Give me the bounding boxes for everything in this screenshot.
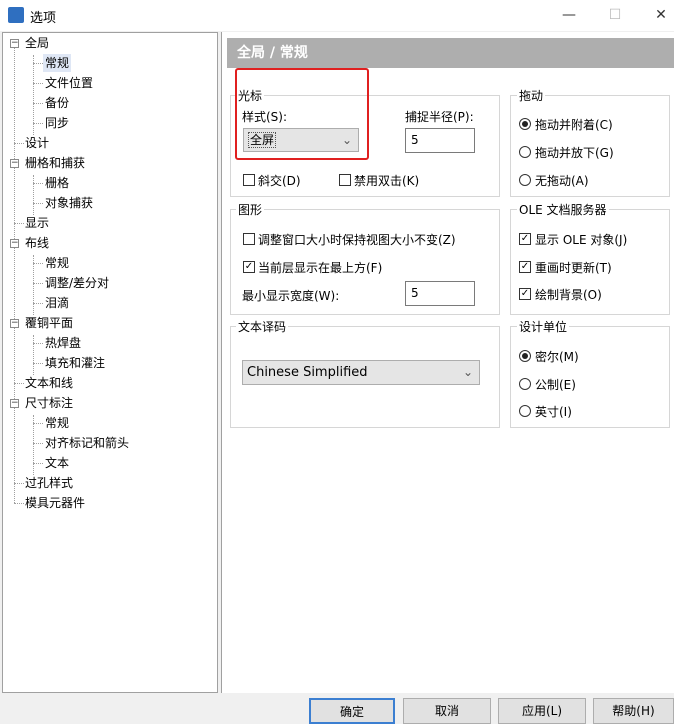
collapse-icon[interactable]: −: [10, 239, 19, 248]
help-button[interactable]: 帮助(H): [593, 698, 674, 724]
tree-item-sync[interactable]: 同步: [45, 114, 69, 132]
tree-item-grids[interactable]: 栅格: [45, 174, 69, 192]
units-mils-radio[interactable]: [519, 350, 531, 362]
tree-item-thermals[interactable]: 热焊盘: [45, 334, 81, 352]
no-drag-label: 无拖动(A): [535, 174, 589, 188]
drag-attach-label: 拖动并附着(C): [535, 118, 613, 132]
chevron-down-icon: ⌄: [462, 365, 473, 379]
tree-item-object-snap[interactable]: 对象捕获: [45, 194, 93, 212]
drag-group-title: 拖动: [517, 87, 546, 104]
tree-item-grids-snap[interactable]: 栅格和捕获: [25, 154, 85, 172]
title-bar: 选项 — ☐ ✕: [0, 0, 674, 31]
active-layer-top-label: 当前层显示在最上方(F): [258, 261, 383, 275]
collapse-icon[interactable]: −: [10, 39, 19, 48]
show-ole-objects-checkbox[interactable]: ✓: [519, 233, 531, 245]
tree-item-dimensioning[interactable]: 尺寸标注: [25, 394, 73, 412]
options-tree[interactable]: − − − − − 全局 常规 文件位置 备份 同步 设计 栅格和捕获 栅格 对…: [2, 32, 218, 693]
window-title: 选项: [30, 11, 57, 26]
text-encoding-group-title: 文本译码: [236, 318, 289, 335]
active-layer-top-checkbox[interactable]: ✓: [243, 261, 255, 273]
collapse-icon[interactable]: −: [10, 399, 19, 408]
keep-view-checkbox[interactable]: [243, 233, 255, 245]
tree-item-alignment-arrows[interactable]: 对齐标记和箭头: [45, 434, 129, 452]
units-inches-radio[interactable]: [519, 405, 531, 417]
tree-item-dim-general[interactable]: 常规: [45, 414, 69, 432]
no-drag-radio[interactable]: [519, 174, 531, 186]
diagonal-label: 斜交(D): [258, 174, 301, 188]
update-on-redraw-label: 重画时更新(T): [535, 261, 612, 275]
text-encoding-dropdown[interactable]: Chinese Simplified ⌄: [242, 360, 480, 385]
apply-button[interactable]: 应用(L): [498, 698, 586, 724]
text-encoding-value: Chinese Simplified: [247, 365, 368, 380]
snap-radius-label: 捕捉半径(P):: [405, 110, 474, 124]
disable-double-click-label: 禁用双击(K): [354, 174, 420, 188]
units-metric-label: 公制(E): [535, 378, 576, 392]
units-metric-radio[interactable]: [519, 378, 531, 390]
tree-item-routing-general[interactable]: 常规: [45, 254, 69, 272]
tree-item-backup[interactable]: 备份: [45, 94, 69, 112]
close-button[interactable]: ✕: [638, 0, 674, 31]
tree-item-copper-plane[interactable]: 覆铜平面: [25, 314, 73, 332]
diagonal-checkbox[interactable]: [243, 174, 255, 186]
units-inches-label: 英寸(I): [535, 405, 572, 419]
ok-button[interactable]: 确定: [309, 698, 395, 724]
highlight-box: [235, 68, 369, 160]
min-width-input[interactable]: 5: [405, 281, 475, 306]
design-units-group-title: 设计单位: [517, 318, 570, 335]
tree-item-die-component[interactable]: 模具元器件: [25, 494, 85, 512]
draw-background-checkbox[interactable]: ✓: [519, 288, 531, 300]
disable-double-click-checkbox[interactable]: [339, 174, 351, 186]
show-ole-objects-label: 显示 OLE 对象(J): [535, 233, 628, 247]
drag-drop-label: 拖动并放下(G): [535, 146, 614, 160]
snap-radius-input[interactable]: 5: [405, 128, 475, 153]
tree-item-global[interactable]: 全局: [25, 34, 49, 52]
cancel-button[interactable]: 取消: [403, 698, 491, 724]
maximize-button[interactable]: ☐: [592, 0, 638, 31]
drag-attach-radio[interactable]: [519, 118, 531, 130]
min-width-label: 最小显示宽度(W):: [242, 289, 340, 303]
keep-view-label: 调整窗口大小时保持视图大小不变(Z): [258, 233, 456, 247]
collapse-icon[interactable]: −: [10, 319, 19, 328]
tree-item-file-locations[interactable]: 文件位置: [45, 74, 93, 92]
update-on-redraw-checkbox[interactable]: ✓: [519, 261, 531, 273]
tree-item-dim-text[interactable]: 文本: [45, 454, 69, 472]
graphics-group-title: 图形: [236, 201, 265, 218]
tree-item-routing[interactable]: 布线: [25, 234, 49, 252]
drag-drop-radio[interactable]: [519, 146, 531, 158]
app-icon: [8, 7, 24, 23]
minimize-button[interactable]: —: [546, 0, 592, 31]
draw-background-label: 绘制背景(O): [535, 288, 602, 302]
tree-item-design[interactable]: 设计: [25, 134, 49, 152]
tree-item-fill-flood[interactable]: 填充和灌注: [45, 354, 105, 372]
tree-item-display[interactable]: 显示: [25, 214, 49, 232]
tree-item-general[interactable]: 常规: [43, 54, 72, 72]
ole-group-title: OLE 文档服务器: [517, 201, 609, 218]
design-units-group: [510, 326, 670, 428]
tree-item-text-lines[interactable]: 文本和线: [25, 374, 73, 392]
tree-item-tuning-diffpair[interactable]: 调整/差分对: [45, 274, 109, 292]
collapse-icon[interactable]: −: [10, 159, 19, 168]
tree-item-via-styles[interactable]: 过孔样式: [25, 474, 73, 492]
tree-item-teardrops[interactable]: 泪滴: [45, 294, 69, 312]
page-title: 全局 / 常规: [227, 38, 674, 68]
units-mils-label: 密尔(M): [535, 350, 579, 364]
